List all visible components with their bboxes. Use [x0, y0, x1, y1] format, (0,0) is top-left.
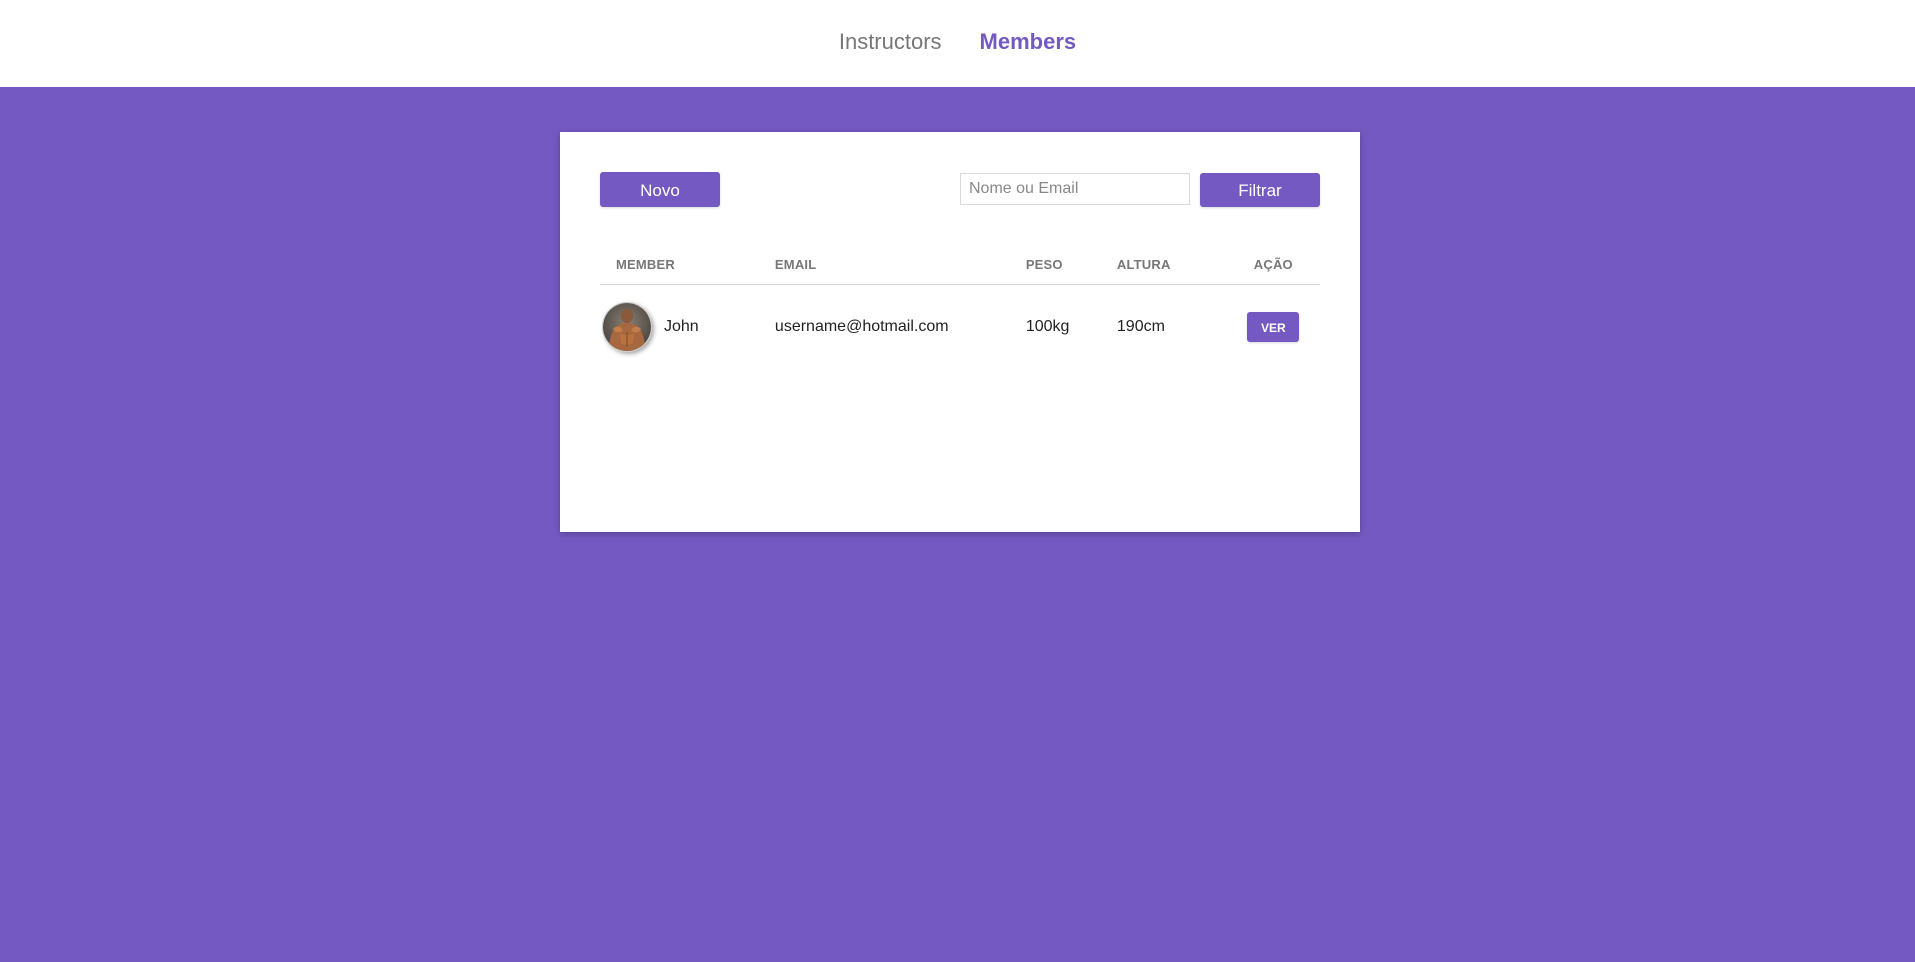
avatar-image: [603, 303, 651, 351]
members-card: Novo Filtrar MEMBER EMAIL PESO ALTURA AÇ…: [560, 132, 1360, 532]
header-member: MEMBER: [600, 244, 775, 285]
nav-link-members[interactable]: Members: [980, 29, 1077, 55]
members-table: MEMBER EMAIL PESO ALTURA AÇÃO John usern…: [600, 244, 1320, 369]
main-nav: Instructors Members: [839, 29, 1076, 55]
member-action-cell: VER: [1227, 285, 1320, 370]
search-input[interactable]: [960, 173, 1190, 205]
member-name: John: [664, 318, 699, 335]
new-member-button[interactable]: Novo: [600, 172, 720, 207]
member-info: John: [600, 302, 775, 352]
member-email: username@hotmail.com: [774, 318, 949, 335]
header-altura: ALTURA: [1116, 244, 1227, 285]
member-cell: John: [600, 285, 775, 370]
table-body: John username@hotmail.com 100kg 190cm VE…: [600, 285, 1320, 370]
table-header: MEMBER EMAIL PESO ALTURA AÇÃO: [600, 244, 1320, 285]
nav-link-instructors[interactable]: Instructors: [839, 29, 942, 55]
filter-button[interactable]: Filtrar: [1200, 173, 1320, 207]
top-navbar: Instructors Members: [0, 0, 1915, 87]
table-row: John username@hotmail.com 100kg 190cm VE…: [600, 285, 1320, 370]
view-member-button[interactable]: VER: [1247, 312, 1300, 342]
header-acao: AÇÃO: [1226, 244, 1320, 285]
member-altura: 190cm: [1116, 318, 1165, 335]
header-peso: PESO: [1025, 244, 1117, 285]
table-header-row: MEMBER EMAIL PESO ALTURA AÇÃO: [600, 244, 1320, 285]
avatar: [602, 302, 652, 352]
member-peso: 100kg: [1025, 318, 1070, 335]
header-email: EMAIL: [774, 244, 1026, 285]
